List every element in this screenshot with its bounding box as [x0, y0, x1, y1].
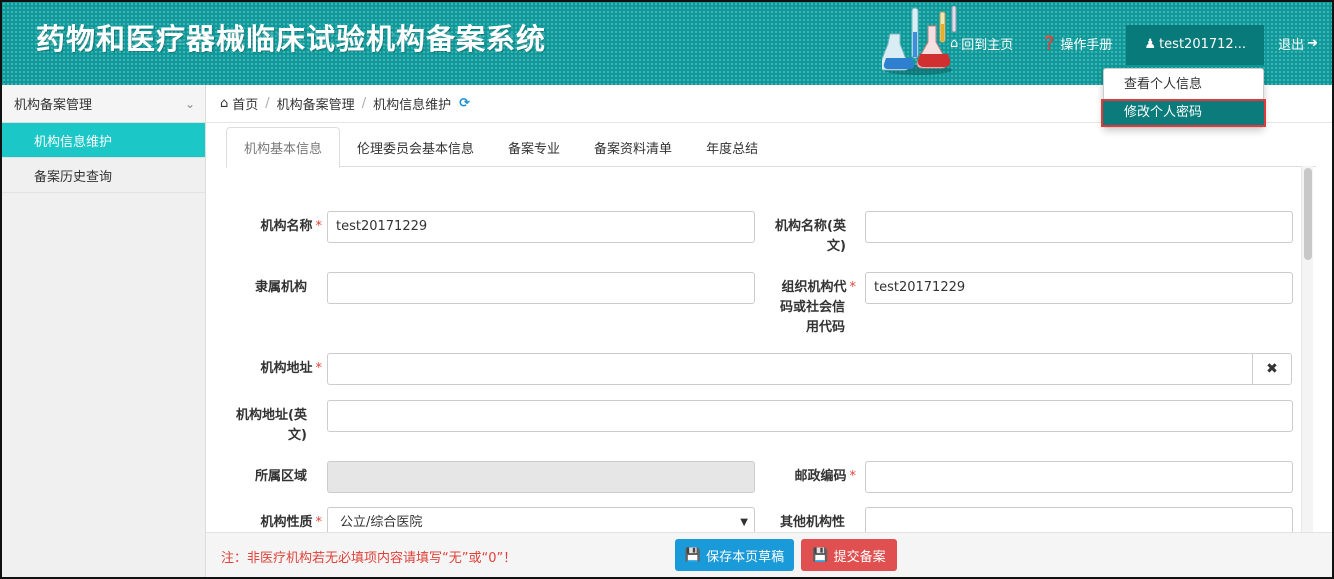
- sidebar-group-org-filing[interactable]: 机构备案管理 ⌄: [2, 85, 205, 123]
- breadcrumb-separator: /: [265, 96, 270, 111]
- org-name-en-input[interactable]: [865, 211, 1293, 243]
- affiliated-org-input[interactable]: [327, 272, 755, 304]
- other-nature-label: 其他机构性: [779, 515, 845, 530]
- basic-info-form: 机构名称 * test20171229 机构名称(英 文) 隶属机构 组织机构代 * …: [226, 167, 1316, 532]
- breadcrumb-current: 机构信息维护: [373, 98, 452, 113]
- sidebar-item-org-info[interactable]: 机构信息维护: [2, 123, 205, 158]
- nature-select-value: 公立/综合医院: [340, 515, 423, 530]
- nature-select[interactable]: 公立/综合医院 ▼: [327, 507, 755, 532]
- sidebar: 机构备案管理 ⌄ 机构信息维护 备案历史查询: [2, 85, 206, 577]
- breadcrumb-home[interactable]: 首页: [232, 94, 258, 113]
- home-icon: ⌂: [949, 36, 959, 51]
- org-name-input[interactable]: test20171229: [327, 211, 755, 243]
- breadcrumb-separator: /: [361, 96, 367, 111]
- caret-down-icon: ▼: [740, 517, 748, 528]
- region-input: [327, 461, 755, 493]
- submit-filing-label: 提交备案: [833, 549, 886, 565]
- tab-annual-summary[interactable]: 年度总结: [689, 127, 775, 167]
- nav-user-label: test201712...: [1159, 37, 1247, 52]
- address-label: 机构地址 *: [260, 361, 322, 376]
- chevron-down-icon: ⌄: [184, 96, 195, 111]
- tab-specialties[interactable]: 备案专业: [491, 127, 577, 167]
- save-draft-button[interactable]: 💾 保存本页草稿: [675, 539, 794, 571]
- save-icon: 💾: [812, 547, 829, 563]
- tab-ethics-committee[interactable]: 伦理委员会基本信息: [340, 127, 491, 167]
- sidebar-item-label: 备案历史查询: [34, 169, 113, 185]
- footer-note: 注：非医疗机构若无必填项内容请填写“无”或“0”！: [221, 551, 517, 566]
- user-icon: ♟: [1144, 37, 1157, 52]
- form-scrollbar[interactable]: [1301, 166, 1313, 534]
- nav-manual[interactable]: ❓ 操作手册: [1027, 24, 1126, 64]
- postcode-label: 邮政编码 *: [794, 469, 856, 484]
- affiliated-org-label: 隶属机构: [254, 280, 307, 295]
- tab-basic-info[interactable]: 机构基本信息: [226, 127, 341, 168]
- menu-view-profile[interactable]: 查看个人信息: [1104, 73, 1263, 97]
- address-input[interactable]: [327, 353, 1253, 385]
- refresh-icon[interactable]: ⟳: [459, 96, 470, 111]
- app-title: 药物和医疗器械临床试验机构备案系统: [36, 22, 547, 56]
- sidebar-item-label: 机构信息维护: [34, 134, 113, 150]
- clear-address-button[interactable]: ✖: [1252, 353, 1292, 385]
- nav-home[interactable]: ⌂ 回到主页: [936, 24, 1027, 64]
- org-code-input[interactable]: test20171229: [865, 272, 1293, 304]
- region-label: 所属区域: [254, 469, 307, 484]
- scrollbar-thumb[interactable]: [1304, 168, 1312, 260]
- address-en-label: 机构地址(英 文): [236, 408, 307, 443]
- breadcrumb-org-filing[interactable]: 机构备案管理: [277, 94, 355, 113]
- nav-logout-label: 退出: [1278, 38, 1305, 53]
- address-en-input[interactable]: [327, 400, 1293, 432]
- tab-documents[interactable]: 备案资料清单: [577, 127, 689, 167]
- nav-logout[interactable]: 退出 ➜: [1264, 24, 1332, 64]
- sidebar-item-history[interactable]: 备案历史查询: [2, 158, 205, 193]
- logout-icon: ➜: [1307, 36, 1318, 51]
- form-footer: 注：非医疗机构若无必填项内容请填写“无”或“0”！ 💾 保存本页草稿 💾 提交备…: [206, 532, 1332, 577]
- org-name-en-label: 机构名称(英 文): [775, 219, 846, 254]
- save-draft-label: 保存本页草稿: [706, 549, 785, 565]
- menu-change-password[interactable]: 修改个人密码: [1101, 99, 1266, 127]
- other-nature-input[interactable]: [865, 507, 1293, 532]
- org-name-label: 机构名称 *: [260, 219, 322, 234]
- org-code-label: 组织机构代 * 码或社会信 用代码: [779, 280, 856, 335]
- nature-label: 机构性质 *: [260, 515, 322, 530]
- nav-manual-label: 操作手册: [1060, 38, 1113, 53]
- save-icon: 💾: [684, 547, 702, 563]
- submit-filing-button[interactable]: 💾 提交备案: [801, 539, 897, 571]
- tab-bar: 机构基本信息 伦理委员会基本信息 备案专业 备案资料清单 年度总结: [226, 127, 1316, 168]
- user-dropdown: 查看个人信息 修改个人密码: [1101, 68, 1266, 128]
- home-icon: ⌂: [220, 96, 229, 111]
- close-icon: ✖: [1266, 361, 1278, 377]
- postcode-input[interactable]: [865, 461, 1293, 493]
- nav-user-menu[interactable]: ♟ test201712...: [1126, 24, 1265, 65]
- question-icon: ❓: [1041, 36, 1058, 51]
- sidebar-group-label: 机构备案管理: [14, 98, 93, 113]
- nav-home-label: 回到主页: [961, 38, 1014, 53]
